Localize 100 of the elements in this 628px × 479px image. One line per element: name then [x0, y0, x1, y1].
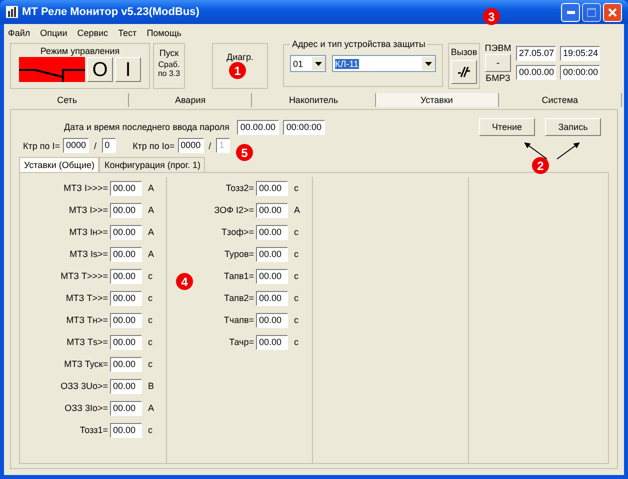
setting-field[interactable]: 00.00: [110, 180, 142, 196]
setting-label: Тачр=: [229, 337, 254, 347]
setting-label: МТЗ Т>>>=: [60, 271, 108, 281]
setting-label: Туров=: [224, 249, 254, 259]
action-button[interactable]: Запись: [545, 118, 601, 136]
setting-field[interactable]: 00.00: [256, 268, 288, 284]
setting-field[interactable]: 00.00: [110, 356, 142, 372]
relay-label: БМРЗ: [486, 73, 510, 83]
mode-button[interactable]: O: [87, 57, 113, 82]
ratio-field[interactable]: 0000: [63, 138, 90, 153]
menu-item[interactable]: Опции: [40, 28, 68, 38]
setting-label: Тозз1=: [80, 425, 108, 435]
unit-label: А: [148, 183, 156, 193]
setting-field[interactable]: 00.00: [256, 334, 288, 350]
diagram-label: Диагр.: [226, 52, 254, 62]
slash: /: [94, 140, 97, 150]
unit-label: с: [294, 227, 300, 237]
minimize-button[interactable]: [561, 2, 580, 22]
setting-label: Тапв1=: [224, 271, 254, 281]
menu-item[interactable]: Сервис: [77, 28, 108, 38]
setting-label: МТЗ Т>>=: [66, 293, 108, 303]
clock-field: 00:00:00: [560, 65, 600, 80]
app-icon: [6, 6, 18, 18]
window-title: МТ Реле Монитор v5.23(ModBus): [22, 6, 200, 18]
panel-label: Режим управления: [40, 46, 120, 56]
trip-status: Сраб. по 3.3: [156, 60, 182, 78]
panel-label: Адрес и тип устройства защиты: [291, 39, 426, 49]
unit-label: с: [148, 359, 154, 369]
unit-label: А: [148, 205, 156, 215]
setting-field[interactable]: 00.00: [110, 202, 142, 218]
tab[interactable]: Уставки: [376, 93, 499, 107]
unit-label: А: [294, 205, 302, 215]
setting-label: ОЗЗ 3Uo>=: [60, 381, 108, 391]
setting-label: МТЗ I>>>=: [64, 183, 108, 193]
ratio-field[interactable]: 0: [102, 138, 116, 153]
unit-label: с: [294, 315, 300, 325]
mode-button[interactable]: I: [115, 57, 141, 82]
setting-field[interactable]: 00.00: [256, 312, 288, 328]
ratio-label: Ктр по Io=: [132, 140, 175, 150]
close-button[interactable]: [603, 2, 622, 22]
setting-label: ЗОФ I2>=: [214, 205, 254, 215]
clock-field: 00.00.00: [516, 65, 556, 80]
ratio-label: Ктр по I=: [23, 140, 60, 150]
setting-label: МТЗ Is>=: [70, 249, 108, 259]
menu-item[interactable]: Файл: [8, 28, 30, 38]
date-field[interactable]: 00.00.00: [237, 120, 280, 134]
setting-field[interactable]: 00.00: [110, 422, 142, 438]
setting-label: МТЗ Тs>=: [66, 337, 108, 347]
link-button[interactable]: -: [485, 54, 511, 72]
setting-label: МТЗ Iн>=: [69, 227, 108, 237]
setting-field[interactable]: 00.00: [256, 224, 288, 240]
clock-field: 19:05:24: [560, 46, 600, 61]
unit-label: с: [294, 293, 300, 303]
setting-label: Тчапв=: [224, 315, 254, 325]
setting-field[interactable]: 00.00: [110, 400, 142, 416]
tab[interactable]: Уставки (Общие): [19, 157, 100, 172]
setting-field[interactable]: 00.00: [110, 312, 142, 328]
unit-label: с: [294, 337, 300, 347]
unit-label: с: [294, 271, 300, 281]
time-field[interactable]: 00:00:00: [283, 120, 326, 134]
setting-label: МТЗ I>>=: [68, 205, 108, 215]
close-icon: [608, 8, 617, 16]
call-button[interactable]: [451, 60, 477, 84]
setting-label: МТЗ Туск=: [64, 359, 108, 369]
setting-label: МТЗ Тн>=: [66, 315, 108, 325]
setting-field[interactable]: 00.00: [256, 202, 288, 218]
minimize-icon: [566, 10, 574, 14]
setting-field[interactable]: 00.00: [256, 246, 288, 262]
setting-label: Тапв2=: [224, 293, 254, 303]
unit-label: А: [148, 227, 156, 237]
setting-field[interactable]: 00.00: [110, 224, 142, 240]
setting-field[interactable]: 00.00: [110, 378, 142, 394]
address-dropdown[interactable]: 01: [290, 55, 326, 72]
unit-label: с: [148, 271, 154, 281]
action-button[interactable]: Чтение: [479, 118, 535, 136]
menu-item[interactable]: Помощь: [146, 28, 182, 38]
setting-field[interactable]: 00.00: [256, 290, 288, 306]
maximize-button[interactable]: [582, 2, 601, 22]
breaker-state-icon[interactable]: [19, 57, 85, 82]
unit-label: с: [294, 249, 300, 259]
setting-field[interactable]: 00.00: [110, 334, 142, 350]
call-label: Вызов: [450, 47, 478, 57]
clock-field: 27.05.07: [516, 46, 556, 61]
broken-link-icon: [457, 66, 471, 78]
tab[interactable]: Конфигурация (прог. 1): [99, 157, 206, 172]
start-label: Пуск: [159, 48, 179, 58]
unit-label: с: [148, 425, 154, 435]
setting-field[interactable]: 00.00: [110, 246, 142, 262]
maximize-icon: [587, 8, 596, 16]
password-label: Дата и время последнего ввода пароля: [64, 122, 230, 132]
slash: /: [208, 140, 212, 150]
setting-field[interactable]: 00.00: [110, 290, 142, 306]
setting-field[interactable]: 00.00: [256, 180, 288, 196]
device-type-dropdown[interactable]: КЛ-11: [332, 55, 436, 72]
menu-item[interactable]: Тест: [118, 28, 137, 38]
setting-label: Тозз2=: [226, 183, 254, 193]
unit-label: с: [148, 293, 154, 303]
unit-label: В: [148, 381, 156, 391]
setting-label: Тзоф>=: [222, 227, 254, 237]
setting-field[interactable]: 00.00: [110, 268, 142, 284]
